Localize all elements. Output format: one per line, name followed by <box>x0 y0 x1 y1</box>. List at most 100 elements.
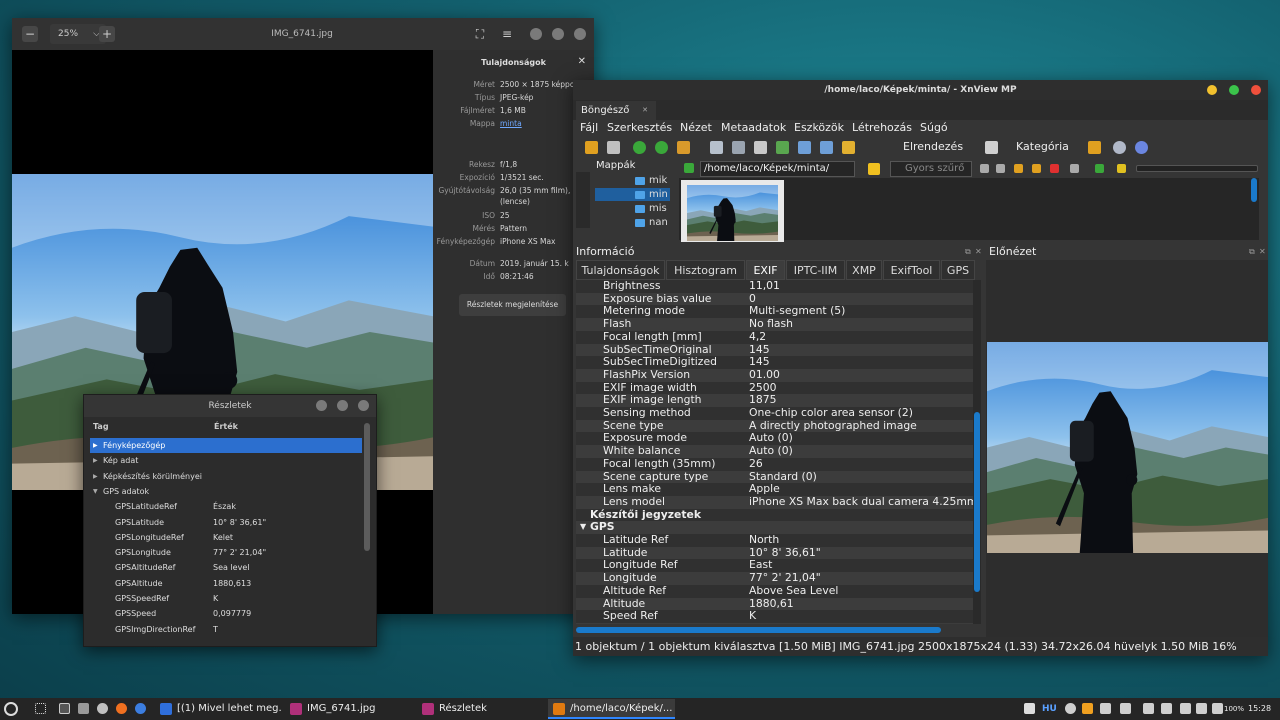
app-icon[interactable] <box>97 703 108 714</box>
details-row[interactable]: GPSSpeed 0,097779 <box>90 606 362 621</box>
zoom-out-button[interactable]: − <box>22 26 38 42</box>
chromium-icon[interactable] <box>135 703 146 714</box>
tray-app-icon[interactable] <box>1065 703 1076 714</box>
exif-vertical-scrollbar[interactable] <box>974 412 980 592</box>
details-row[interactable]: ▶ Képkészítés körülményei <box>90 469 362 484</box>
forward-arrow-icon[interactable] <box>996 164 1005 173</box>
exif-row[interactable]: FlashPix Version 01.00 <box>576 368 973 382</box>
taskbar-task[interactable]: [(1) Mivel lehet meg... <box>155 699 281 719</box>
exif-row[interactable]: Altitude Ref Above Sea Level <box>576 585 973 598</box>
taskbar-task[interactable]: Részletek <box>417 699 545 719</box>
show-details-button[interactable]: Részletek megjelenítése <box>459 294 566 316</box>
exif-row[interactable]: SubSecTimeDigitized 145 <box>576 356 973 369</box>
column-header-value[interactable]: Érték <box>214 422 238 431</box>
menu-item[interactable]: Eszközök <box>794 121 844 134</box>
printer-icon[interactable] <box>1143 703 1154 714</box>
menu-item[interactable]: Szerkesztés <box>607 121 672 134</box>
exif-row[interactable]: Flash No flash <box>576 318 973 331</box>
exif-row[interactable]: Focal length [mm] 4,2 <box>576 331 973 344</box>
details-row[interactable]: GPSLatitudeRef Észak <box>90 499 362 514</box>
slideshow-icon[interactable] <box>776 141 789 154</box>
favorites-star-icon[interactable] <box>868 163 880 175</box>
thumbnail-scrollbar[interactable] <box>1251 178 1257 202</box>
rotate-right-icon[interactable] <box>655 141 668 154</box>
zoom-in-button[interactable]: + <box>99 26 115 42</box>
web-icon[interactable] <box>842 141 855 154</box>
fullscreen-icon[interactable] <box>607 141 620 154</box>
panel-close-icon[interactable]: ✕ <box>975 247 982 256</box>
info-tab[interactable]: EXIF <box>746 260 785 280</box>
chevron-down-icon[interactable]: ▼ <box>93 484 101 499</box>
move-icon[interactable] <box>1032 164 1041 173</box>
menu-item[interactable]: Fájl <box>580 121 598 134</box>
info-tab[interactable]: Tulajdonságok <box>576 260 665 280</box>
taskbar-task[interactable]: IMG_6741.jpg <box>285 699 413 719</box>
close-tab-icon[interactable]: ✕ <box>642 101 648 120</box>
sort-icon[interactable] <box>1070 164 1079 173</box>
minimize-button[interactable] <box>1207 85 1217 95</box>
app-launcher-icon[interactable] <box>4 702 18 716</box>
close-button[interactable] <box>358 400 369 411</box>
view-mode-icon[interactable] <box>985 141 998 154</box>
exif-row[interactable]: Scene capture type Standard (0) <box>576 470 973 484</box>
network-tray-icon[interactable] <box>1024 703 1035 714</box>
details-row[interactable]: GPSImgDirectionRef T <box>90 622 362 637</box>
updates-icon[interactable] <box>1082 703 1093 714</box>
exif-row[interactable]: EXIF image width 2500 <box>576 382 973 395</box>
open-folder-icon[interactable] <box>585 141 598 154</box>
menu-item[interactable]: Metaadatok <box>721 121 786 134</box>
menu-item[interactable]: Létrehozás <box>852 121 912 134</box>
tab-browser[interactable]: Böngésző ✕ <box>576 101 656 120</box>
folder-item[interactable]: min <box>595 188 670 201</box>
details-row[interactable]: GPSLatitude 10° 8' 36,61" <box>90 515 362 530</box>
rating-filter-icon[interactable] <box>1095 164 1104 173</box>
help-icon[interactable] <box>1135 141 1148 154</box>
terminal-icon[interactable] <box>59 703 70 714</box>
exif-row[interactable]: EXIF image length 1875 <box>576 394 973 407</box>
exif-row[interactable]: White balance Auto (0) <box>576 445 973 458</box>
chevron-down-icon[interactable]: ▼ <box>580 521 586 534</box>
quick-filter-input[interactable]: Gyors szűrő <box>890 161 972 177</box>
folder-item[interactable]: mik <box>595 174 670 187</box>
minimize-button[interactable] <box>530 28 542 40</box>
rotate-left-icon[interactable] <box>633 141 646 154</box>
folder-icon[interactable] <box>1014 164 1023 173</box>
exif-row[interactable]: Brightness 11,01 <box>576 280 973 293</box>
batch-convert-icon[interactable] <box>677 141 690 154</box>
exif-row[interactable]: Exposure bias value 0 <box>576 292 973 306</box>
maximize-button[interactable] <box>337 400 348 411</box>
path-input[interactable]: /home/laco/Képek/minta/ <box>700 161 855 177</box>
column-header-tag[interactable]: Tag <box>93 422 109 431</box>
color-label-filter-icon[interactable] <box>1117 164 1126 173</box>
details-row[interactable]: GPSLongitude 77° 2' 21,04" <box>90 545 362 560</box>
notifications-icon[interactable] <box>1120 703 1131 714</box>
exif-row[interactable]: Longitude 77° 2' 21,04" <box>576 572 973 585</box>
exif-row[interactable]: Exposure mode Auto (0) <box>576 432 973 445</box>
keyboard-layout-indicator[interactable]: HU <box>1042 698 1057 720</box>
maximize-button[interactable] <box>552 28 564 40</box>
exif-row[interactable]: Latitude Ref North <box>576 534 973 547</box>
back-arrow-icon[interactable] <box>980 164 989 173</box>
battery-icon[interactable] <box>1212 703 1223 714</box>
copy-icon[interactable] <box>710 141 723 154</box>
taskbar-task[interactable]: /home/laco/Képek/... <box>548 699 675 719</box>
arrange-dropdown[interactable]: Elrendezés <box>903 140 963 153</box>
maximize-button[interactable] <box>1229 85 1239 95</box>
firefox-icon[interactable] <box>116 703 127 714</box>
details-row[interactable]: ▶ Kép adat <box>90 453 362 468</box>
details-row[interactable]: GPSAltitudeRef Sea level <box>90 560 362 575</box>
folder-item[interactable]: mis <box>595 202 670 215</box>
info-tab[interactable]: Hisztogram <box>666 260 745 280</box>
exif-row[interactable]: Speed0,10 <box>576 622 973 624</box>
volume-icon[interactable] <box>1196 703 1207 714</box>
panel-close-icon[interactable]: ✕ <box>1259 247 1266 256</box>
minimize-button[interactable] <box>316 400 327 411</box>
details-row[interactable]: ▶ Fényképezőgép <box>90 438 362 453</box>
exif-group-row[interactable]: Készítői jegyzetek <box>576 509 973 522</box>
exif-row[interactable]: Metering mode Multi-segment (5) <box>576 305 973 318</box>
info-tab[interactable]: IPTC-IIM <box>786 260 845 280</box>
thumbnail-img-6741[interactable] <box>681 180 784 242</box>
clock[interactable]: 15:28 <box>1248 698 1271 720</box>
exif-row[interactable]: Latitude 10° 8' 36,61" <box>576 546 973 560</box>
up-folder-icon[interactable] <box>684 163 694 173</box>
